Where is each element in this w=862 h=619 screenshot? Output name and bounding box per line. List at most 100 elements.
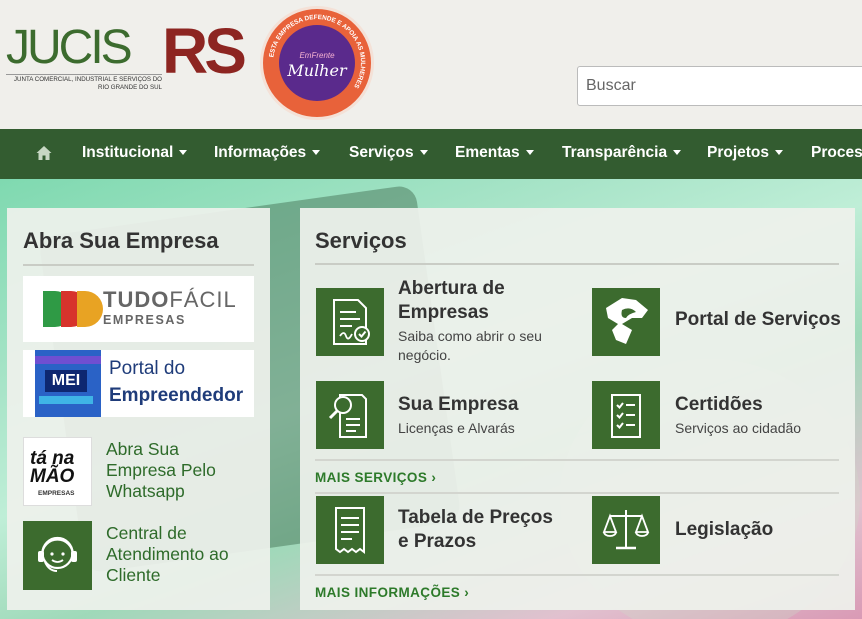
title-line: Legislação — [675, 519, 774, 540]
nav-label: Institucional — [82, 144, 174, 161]
caret-down-icon — [419, 150, 428, 156]
nav-label: Transparência — [562, 144, 668, 161]
title-line: Abertura de — [398, 278, 505, 299]
panel-title: Abra Sua Empresa — [23, 228, 219, 253]
caret-down-icon — [525, 150, 534, 156]
nav-processos[interactable]: Process — [811, 144, 862, 162]
caret-down-icon — [775, 150, 784, 156]
caret-down-icon — [179, 150, 188, 156]
nav-projetos[interactable]: Projetos — [707, 144, 784, 162]
title-line: Certidões — [675, 394, 763, 415]
mais-informacoes-link[interactable]: MAIS INFORMAÇÕES › — [315, 585, 469, 600]
title-line: Portal de Serviços — [675, 309, 841, 330]
nav-label: Projetos — [707, 144, 770, 161]
whatsapp-link[interactable]: Abra Sua Empresa Pelo Whatsapp — [106, 439, 216, 502]
link-line: Cliente — [106, 565, 161, 585]
mei-tag: MEI — [45, 370, 87, 392]
certidoes-title[interactable]: Certidões — [675, 393, 763, 417]
sub-line: Serviços ao cidadão — [675, 420, 802, 436]
mei-stripe — [39, 396, 93, 404]
document-sign-svg — [333, 299, 370, 345]
document-search-icon[interactable] — [316, 381, 384, 449]
rs-map-icon[interactable] — [592, 288, 660, 356]
abertura-empresas-title[interactable]: Abertura de Empresas — [398, 277, 505, 325]
divider — [315, 459, 839, 461]
link-line: Empresa Pelo — [106, 460, 216, 480]
tudo-facil-title: TUDOFÁCIL — [103, 287, 237, 313]
receipt-icon[interactable] — [316, 496, 384, 564]
home-icon[interactable] — [36, 145, 52, 161]
sub-line: Saiba como abrir o seu — [398, 328, 542, 344]
nav-label: Ementas — [455, 144, 520, 161]
divider — [315, 492, 839, 494]
certidoes-subtitle: Serviços ao cidadão — [675, 419, 801, 438]
nav-label: Process — [811, 144, 862, 161]
caret-down-icon — [312, 150, 321, 156]
mais-servicos-link[interactable]: MAIS SERVIÇOS › — [315, 470, 436, 485]
seal-emfrente: EmFrente — [299, 51, 335, 60]
checklist-icon[interactable] — [592, 381, 660, 449]
title-line: Sua Empresa — [398, 394, 519, 415]
title-line: Empresas — [398, 302, 489, 323]
abertura-empresas-subtitle: Saiba como abrir o seu negócio. — [398, 327, 542, 365]
tudo-bold: TUDO — [103, 287, 170, 312]
rs-map-svg — [606, 298, 648, 344]
sub-line: Licenças e Alvarás — [398, 420, 515, 436]
central-atendimento-link[interactable]: Central de Atendimento ao Cliente — [106, 523, 229, 586]
tabela-precos-title[interactable]: Tabela de Preços e Prazos — [398, 506, 553, 554]
ta-na-mao-text: tá na MÃO — [30, 448, 75, 487]
headset-svg — [38, 536, 77, 572]
sub-line: negócio. — [398, 347, 451, 363]
seal-inner: EmFrente Mulher — [279, 25, 355, 101]
panel-title: Serviços — [315, 228, 407, 253]
jucisrs-logo[interactable]: JUCIS RS JUNTA COMERCIAL, INDUSTRIAL E S… — [6, 16, 258, 102]
nav-transparencia[interactable]: Transparência — [562, 144, 682, 162]
nav-label: Informações — [214, 144, 307, 161]
receipt-svg — [335, 507, 365, 554]
divider — [315, 574, 839, 576]
nav-institucional[interactable]: Institucional — [82, 144, 188, 162]
tudo-facil-banner[interactable]: TUDOFÁCIL EMPRESAS — [23, 276, 254, 342]
divider — [315, 263, 839, 265]
seal-mulher: Mulher — [287, 61, 347, 80]
link-line: Abra Sua — [106, 439, 179, 459]
document-sign-icon[interactable] — [316, 288, 384, 356]
ta-na-mao-sub: EMPRESAS — [38, 490, 75, 497]
logo-jucis-text: JUCIS — [6, 21, 133, 74]
link-line: Whatsapp — [106, 481, 185, 501]
main-nav: Institucional Informações Serviços Ement… — [0, 129, 862, 179]
site-header: JUCIS RS JUNTA COMERCIAL, INDUSTRIAL E S… — [0, 0, 862, 129]
mei-line2: Empreendedor — [109, 385, 244, 406]
document-search-svg — [328, 394, 367, 438]
emfrente-mulher-seal: ESTA EMPRESA DEFENDE E APOIA AS MULHERES… — [260, 6, 374, 120]
sua-empresa-title[interactable]: Sua Empresa — [398, 393, 518, 417]
divider — [23, 264, 254, 266]
sua-empresa-subtitle: Licenças e Alvarás — [398, 419, 515, 438]
scales-svg — [602, 510, 650, 550]
nav-informacoes[interactable]: Informações — [214, 144, 321, 162]
tudo-facil-logo-icon — [43, 291, 103, 327]
ta-na-mao-logo[interactable]: tá na MÃO EMPRESAS — [23, 437, 92, 506]
mei-stripe — [35, 356, 101, 364]
portal-servicos-title[interactable]: Portal de Serviços — [675, 308, 841, 332]
mei-line1: Portal do — [109, 358, 186, 379]
tudo-facil-subtitle: EMPRESAS — [103, 313, 186, 327]
headset-icon[interactable] — [23, 521, 92, 590]
nav-ementas[interactable]: Ementas — [455, 144, 534, 162]
logo-subtitle: JUNTA COMERCIAL, INDUSTRIAL E SERVIÇOS D… — [6, 74, 162, 92]
logo-rs-text: RS — [162, 15, 247, 87]
scales-icon[interactable] — [592, 496, 660, 564]
link-line: Atendimento ao — [106, 544, 229, 564]
nav-servicos[interactable]: Serviços — [349, 144, 428, 162]
facil-light: FÁCIL — [169, 287, 237, 312]
search-input[interactable] — [577, 66, 862, 106]
caret-down-icon — [673, 150, 682, 156]
checklist-svg — [611, 394, 641, 438]
title-line: e Prazos — [398, 531, 477, 552]
link-line: Central de — [106, 523, 187, 543]
mei-logo-icon: MEI — [35, 350, 101, 417]
nav-label: Serviços — [349, 144, 414, 161]
portal-empreendedor-banner[interactable]: MEI Portal do Empreendedor — [23, 350, 254, 417]
legislacao-title[interactable]: Legislação — [675, 518, 773, 542]
title-line: Tabela de Preços — [398, 507, 553, 528]
